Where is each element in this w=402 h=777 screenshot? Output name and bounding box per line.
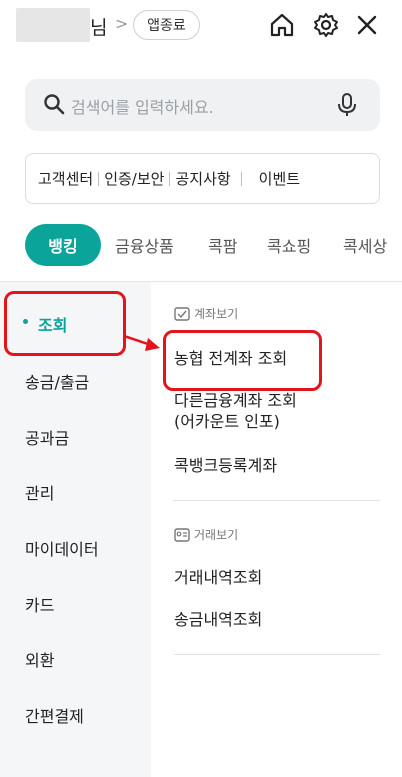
gear-icon[interactable] <box>312 11 340 39</box>
quick-links: 고객센터 인증/보안 공지사항 이벤트 <box>25 153 380 204</box>
annotation-box <box>4 291 126 356</box>
annotation-arrow-icon <box>123 334 160 351</box>
top-header: 님 > 앱종료 <box>0 0 402 52</box>
annotation-box <box>163 330 322 391</box>
search-icon <box>43 93 65 119</box>
quick-link-customer-center[interactable]: 고객센터 <box>38 168 93 189</box>
left-menu-item-transfer[interactable]: 송금/출금 <box>25 369 89 393</box>
category-tabs: 뱅킹 금융상품 콕팜 콕쇼핑 콕세상 <box>25 224 402 266</box>
left-menu-item-manage[interactable]: 관리 <box>25 480 54 504</box>
tab-financial-products[interactable]: 금융상품 <box>115 224 174 266</box>
divider <box>240 171 242 186</box>
left-menu: 조회 송금/출금 공과금 관리 마이데이터 카드 외환 간편결제 <box>0 282 151 777</box>
quick-link-notice[interactable]: 공지사항 <box>175 168 230 189</box>
search-bar[interactable]: 검색어를 입력하세요. <box>25 79 380 131</box>
chevron-right-icon[interactable]: > <box>115 14 128 33</box>
search-input[interactable]: 검색어를 입력하세요. <box>71 94 214 118</box>
left-menu-item-forex[interactable]: 외환 <box>25 647 54 671</box>
menu-item-registered-accounts[interactable]: 콕뱅크등록계좌 <box>174 455 277 476</box>
quick-link-event[interactable]: 이벤트 <box>259 168 300 189</box>
tab-banking[interactable]: 뱅킹 <box>25 224 101 266</box>
app-exit-button[interactable]: 앱종료 <box>133 10 200 40</box>
user-name-redacted <box>16 8 90 42</box>
left-menu-item-mydata[interactable]: 마이데이터 <box>25 536 99 560</box>
user-honorific: 님 <box>90 17 108 39</box>
id-card-icon <box>174 527 190 542</box>
quick-link-security[interactable]: 인증/보안 <box>104 168 164 189</box>
home-icon[interactable] <box>268 11 296 39</box>
close-icon[interactable] <box>353 11 381 39</box>
left-menu-item-card[interactable]: 카드 <box>25 592 54 616</box>
tab-koksesang[interactable]: 콕세상 <box>343 224 387 266</box>
section-transaction-view: 거래보기 <box>174 526 238 543</box>
divider <box>174 654 380 655</box>
menu-item-transfer-history[interactable]: 송금내역조회 <box>174 609 262 630</box>
left-menu-item-utility-bills[interactable]: 공과금 <box>25 425 69 449</box>
checkbox-icon <box>174 306 190 321</box>
divider <box>174 500 380 501</box>
left-menu-item-easy-pay[interactable]: 간편결제 <box>25 703 84 727</box>
divider <box>169 171 171 186</box>
menu-item-transaction-history[interactable]: 거래내역조회 <box>174 567 262 588</box>
menu-item-other-accounts[interactable]: 다른금융계좌 조회 (어카운트 인포) <box>174 390 297 432</box>
tab-kokfarm[interactable]: 콕팜 <box>208 224 237 266</box>
section-title: 계좌보기 <box>194 307 239 321</box>
divider <box>98 171 100 186</box>
tab-kokshopping[interactable]: 콕쇼핑 <box>267 224 311 266</box>
section-title: 거래보기 <box>194 528 239 542</box>
mic-icon[interactable] <box>336 92 358 122</box>
section-account-view: 계좌보기 <box>174 305 238 322</box>
